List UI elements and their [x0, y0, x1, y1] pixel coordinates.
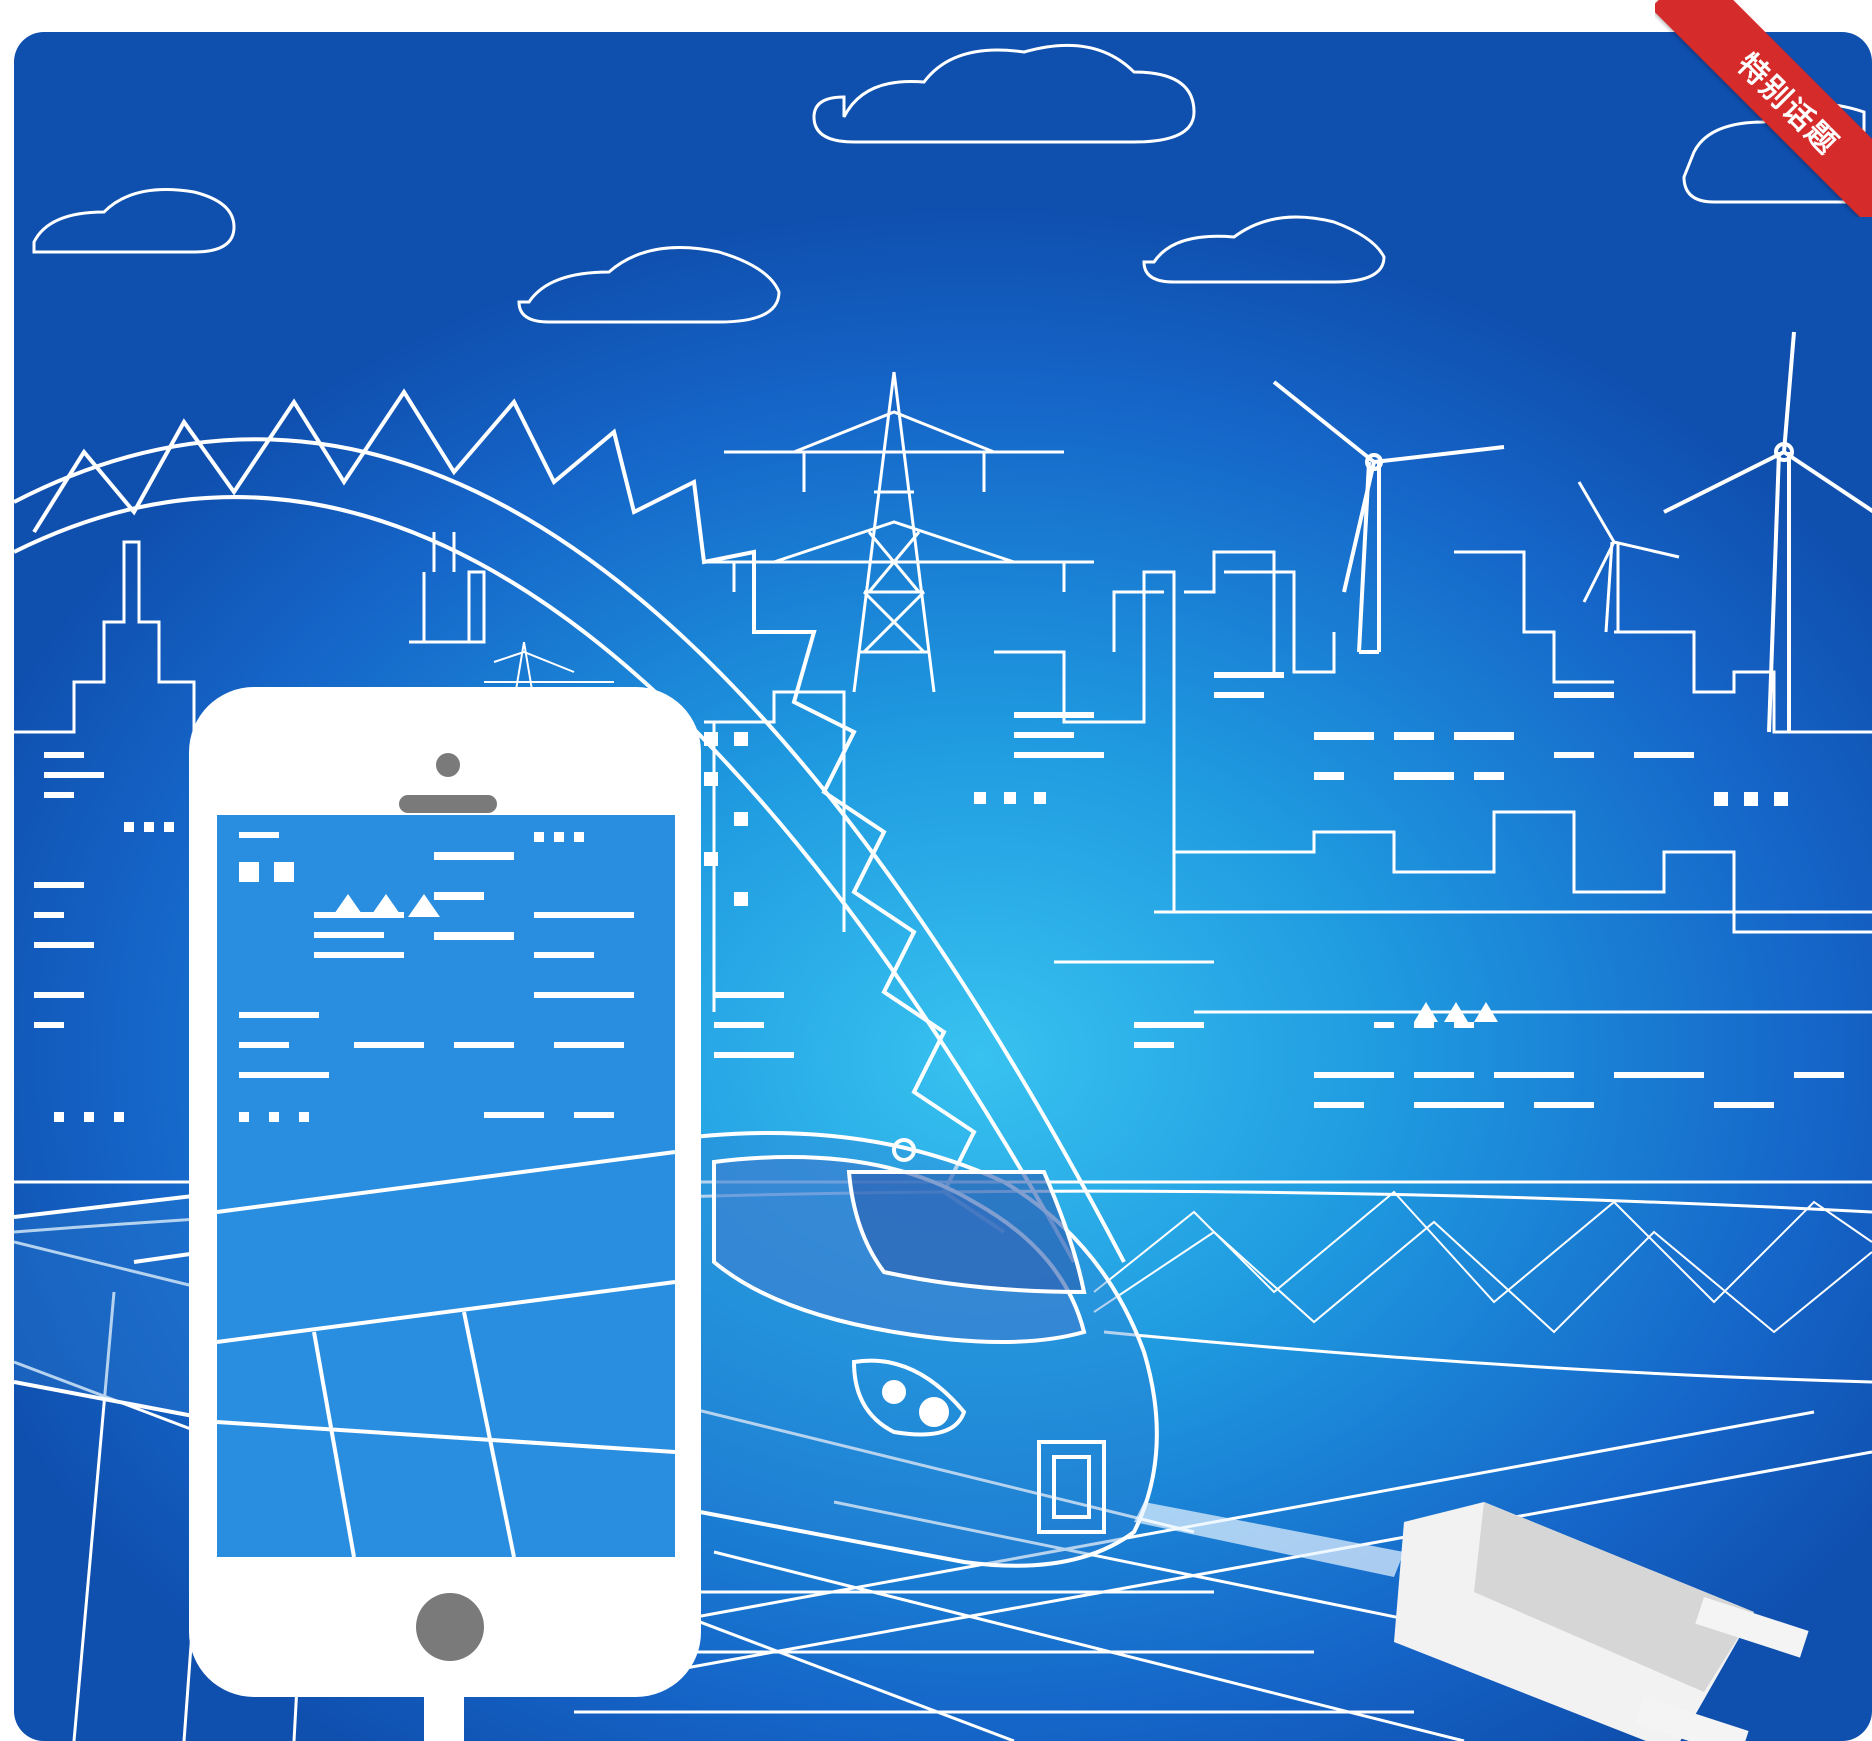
cloud-icon: [32, 188, 236, 254]
cloud-icon: [517, 246, 781, 324]
cloud-icon: [812, 43, 1196, 144]
power-plug-icon: [1394, 1502, 1809, 1741]
illustration-card: [14, 32, 1872, 1741]
ribbon-label: 特别话题: [1729, 46, 1846, 163]
corner-ribbon: 特别话题: [1655, 0, 1872, 217]
wind-turbine-icon: [1577, 481, 1680, 633]
wind-turbine-icon: [1272, 380, 1505, 654]
power-pylon-icon: [704, 371, 1094, 693]
cloud-icon: [1142, 215, 1386, 284]
mountain-lines: [1093, 1190, 1872, 1334]
city-infrastructure-illustration: [14, 43, 1872, 1741]
ribbon-band: 特别话题: [1655, 0, 1872, 217]
smartphone: [189, 687, 701, 1741]
